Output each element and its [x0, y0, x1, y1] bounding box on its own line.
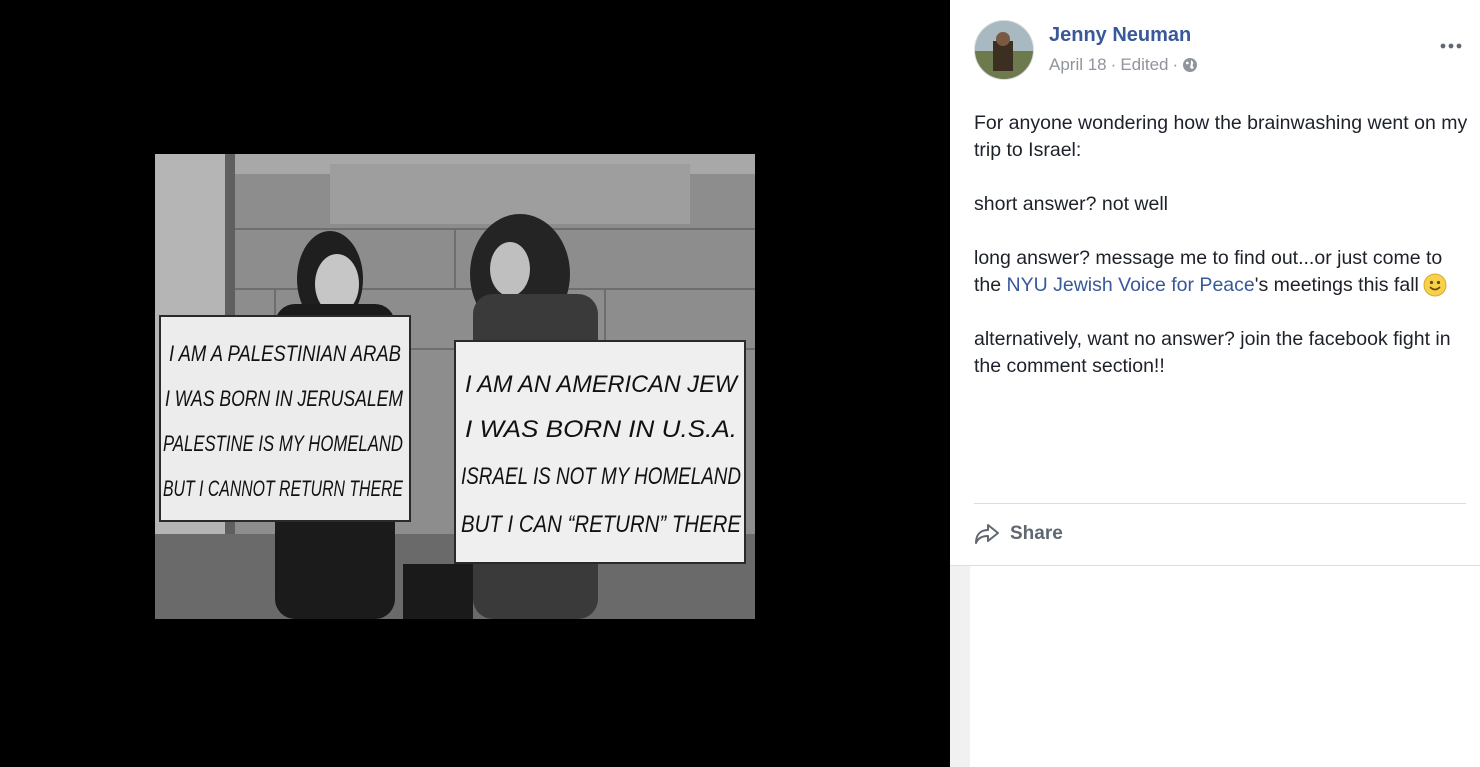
photo-viewer-stage: I AM A PALESTINIAN ARAB I WAS BORN IN JE… — [0, 0, 950, 767]
post-paragraph-4: alternatively, want no answer? join the … — [974, 328, 1451, 377]
right-sign-line-4: BUT I CAN “RETURN” THERE — [461, 511, 742, 538]
post-meta: April 18 · Edited · — [1049, 55, 1198, 75]
share-label: Share — [1010, 523, 1063, 544]
share-icon — [975, 524, 999, 544]
actions-divider — [974, 503, 1466, 504]
post-paragraph-1: For anyone wondering how the brainwashin… — [974, 112, 1468, 161]
right-sign-line-3: ISRAEL IS NOT MY HOMELAND — [461, 463, 741, 490]
page-link-nyu-jvp[interactable]: NYU Jewish Voice for Peace — [1007, 274, 1255, 296]
post-paragraph-3: long answer? message me to find out...or… — [974, 245, 1470, 299]
globe-icon[interactable] — [1182, 57, 1198, 73]
left-sign-line-3: PALESTINE IS MY HOMELAND — [163, 431, 403, 456]
right-sign-line-1: I AM AN AMERICAN JEW — [465, 371, 739, 398]
left-sign-line-1: I AM A PALESTINIAN ARAB — [169, 341, 401, 366]
post-date[interactable]: April 18 — [1049, 55, 1107, 75]
author-avatar[interactable] — [974, 20, 1034, 80]
meta-separator: · — [1172, 55, 1179, 74]
edited-label[interactable]: Edited — [1120, 55, 1168, 75]
post-side-panel: Jenny Neuman April 18 · Edited · For any… — [950, 0, 1480, 767]
right-sign-line-2: I WAS BORN IN U.S.A. — [465, 416, 737, 443]
left-sign-line-4: BUT I CANNOT RETURN THERE — [163, 476, 403, 501]
comments-gutter — [950, 566, 970, 767]
comments-area — [950, 566, 1480, 767]
smiley-emoji-icon — [1423, 273, 1447, 297]
author-name[interactable]: Jenny Neuman — [1049, 24, 1191, 47]
photo-image: I AM A PALESTINIAN ARAB I WAS BORN IN JE… — [155, 154, 755, 619]
post-text: For anyone wondering how the brainwashin… — [974, 110, 1470, 407]
more-options-icon[interactable] — [1438, 38, 1464, 54]
post-paragraph-2: short answer? not well — [974, 193, 1169, 215]
left-sign-line-2: I WAS BORN IN JERUSALEM — [165, 386, 404, 411]
post-photo[interactable]: I AM A PALESTINIAN ARAB I WAS BORN IN JE… — [155, 154, 755, 619]
paragraph-3-text-after: 's meetings this fall — [1254, 274, 1419, 296]
share-button[interactable]: Share — [974, 518, 1063, 550]
meta-separator: · — [1110, 55, 1117, 74]
